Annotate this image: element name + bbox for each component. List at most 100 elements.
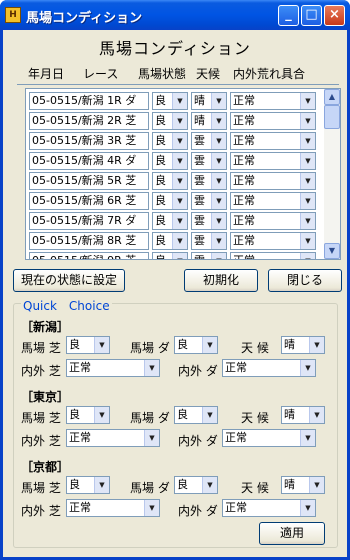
chevron-down-icon[interactable]: ▼ [309,477,324,493]
set-current-button[interactable]: 現在の状態に設定 [13,269,125,292]
track-condition-select[interactable]: 良▼ [152,252,188,259]
chevron-down-icon[interactable]: ▼ [211,133,226,149]
list-item[interactable]: 05-0515/新潟 9R 芝良▼雲▼正常▼ [26,251,326,259]
track-condition-select[interactable]: 良▼ [152,92,188,110]
race-name-field[interactable]: 05-0515/新潟 7R ダ [29,212,149,230]
rough-select[interactable]: 正常 ▼ [230,172,316,190]
rough-select[interactable]: 正常 ▼ [230,232,316,250]
quick-turf-select[interactable]: 良 ▼ [66,476,110,494]
chevron-down-icon[interactable]: ▼ [172,253,187,259]
track-condition-select[interactable]: 良▼ [152,112,188,130]
chevron-down-icon[interactable]: ▼ [172,233,187,249]
race-name-field[interactable]: 05-0515/新潟 1R ダ [29,92,149,110]
chevron-down-icon[interactable]: ▼ [211,213,226,229]
chevron-down-icon[interactable]: ▼ [172,133,187,149]
rough-select[interactable]: 正常 ▼ [230,132,316,150]
chevron-down-icon[interactable]: ▼ [211,233,226,249]
close-button[interactable]: 閉じる [268,269,342,292]
quick-inner-dirt-select[interactable]: 正常 ▼ [222,499,316,517]
weather-select[interactable]: 雲▼ [191,252,227,259]
track-condition-select[interactable]: 良▼ [152,172,188,190]
chevron-down-icon[interactable]: ▼ [94,337,109,353]
chevron-down-icon[interactable]: ▼ [300,173,315,189]
weather-select[interactable]: 晴 ▼ [191,112,227,130]
init-button[interactable]: 初期化 [184,269,258,292]
chevron-down-icon[interactable]: ▼ [211,93,226,109]
chevron-down-icon[interactable]: ▼ [300,233,315,249]
race-name-field[interactable]: 05-0515/新潟 4R ダ [29,152,149,170]
track-condition-select[interactable]: 良▼ [152,132,188,150]
quick-dirt-select[interactable]: 良 ▼ [174,476,218,494]
quick-dirt-select[interactable]: 良 ▼ [174,336,218,354]
chevron-down-icon[interactable]: ▼ [300,93,315,109]
maximize-button[interactable]: □ [301,5,322,26]
race-name-field[interactable]: 05-0515/新潟 6R 芝 [29,192,149,210]
chevron-down-icon[interactable]: ▼ [144,430,159,446]
chevron-down-icon[interactable]: ▼ [309,337,324,353]
chevron-down-icon[interactable]: ▼ [94,477,109,493]
race-name-field[interactable]: 05-0515/新潟 2R 芝 [29,112,149,130]
rough-select[interactable]: 正常 ▼ [230,112,316,130]
chevron-down-icon[interactable]: ▼ [172,153,187,169]
apply-button[interactable]: 適用 [259,522,325,545]
rough-select[interactable]: 正常 ▼ [230,152,316,170]
list-item[interactable]: 05-0515/新潟 5R 芝良 ▼ 雲 ▼ 正常 ▼ [26,171,326,191]
list-scrollbar[interactable]: ▲ ▼ [324,89,340,259]
chevron-down-icon[interactable]: ▼ [300,133,315,149]
quick-inner-dirt-select[interactable]: 正常 ▼ [222,359,316,377]
chevron-down-icon[interactable]: ▼ [172,113,187,129]
chevron-down-icon[interactable]: ▼ [172,173,187,189]
quick-weather-select[interactable]: 晴 ▼ [281,476,325,494]
list-item[interactable]: 05-0515/新潟 2R 芝良 ▼ 晴 ▼ 正常 ▼ [26,111,326,131]
chevron-down-icon[interactable]: ▼ [300,430,315,446]
rough-select[interactable]: 正常 ▼ [230,92,316,110]
chevron-down-icon[interactable]: ▼ [144,500,159,516]
list-item[interactable]: 05-0515/新潟 3R 芝良 ▼ 雲 ▼ 正常 ▼ [26,131,326,151]
rough-select[interactable]: 正常 ▼ [230,212,316,230]
list-item[interactable]: 05-0515/新潟 7R ダ良 ▼ 雲 ▼ 正常 ▼ [26,211,326,231]
chevron-down-icon[interactable]: ▼ [211,253,226,259]
weather-select[interactable]: 雲▼ [191,192,227,210]
chevron-down-icon[interactable]: ▼ [94,407,109,423]
chevron-down-icon[interactable]: ▼ [300,253,315,259]
quick-turf-select[interactable]: 良 ▼ [66,336,110,354]
scroll-up-icon[interactable]: ▲ [324,89,340,105]
quick-inner-turf-select[interactable]: 正常 ▼ [66,499,160,517]
chevron-down-icon[interactable]: ▼ [300,113,315,129]
chevron-down-icon[interactable]: ▼ [172,93,187,109]
chevron-down-icon[interactable]: ▼ [300,500,315,516]
chevron-down-icon[interactable]: ▼ [144,360,159,376]
quick-weather-select[interactable]: 晴 ▼ [281,336,325,354]
quick-dirt-select[interactable]: 良 ▼ [174,406,218,424]
title-bar[interactable]: H 馬場コンディション _ □ × [0,0,350,30]
race-name-field[interactable]: 05-0515/新潟 3R 芝 [29,132,149,150]
list-item[interactable]: 05-0515/新潟 4R ダ良 ▼ 雲 ▼ 正常 ▼ [26,151,326,171]
chevron-down-icon[interactable]: ▼ [300,360,315,376]
scroll-down-icon[interactable]: ▼ [324,243,340,259]
chevron-down-icon[interactable]: ▼ [202,477,217,493]
weather-select[interactable]: 雲▼ [191,152,227,170]
chevron-down-icon[interactable]: ▼ [300,213,315,229]
race-list[interactable]: ▲ ▼ 05-0515/新潟 1R ダ良 ▼ 晴 ▼ 正常 ▼ 05-0515/新潟 2R … [25,88,341,260]
track-condition-select[interactable]: 良▼ [152,232,188,250]
chevron-down-icon[interactable]: ▼ [211,153,226,169]
weather-select[interactable]: 雲▼ [191,172,227,190]
chevron-down-icon[interactable]: ▼ [300,153,315,169]
quick-inner-turf-select[interactable]: 正常 ▼ [66,359,160,377]
list-item[interactable]: 05-0515/新潟 1R ダ良 ▼ 晴 ▼ 正常 ▼ [26,91,326,111]
chevron-down-icon[interactable]: ▼ [309,407,324,423]
race-name-field[interactable]: 05-0515/新潟 5R 芝 [29,172,149,190]
close-window-button[interactable]: × [324,5,345,26]
list-item[interactable]: 05-0515/新潟 8R 芝良 ▼ 雲 ▼ 正常 ▼ [26,231,326,251]
chevron-down-icon[interactable]: ▼ [172,193,187,209]
minimize-button[interactable]: _ [278,5,299,26]
quick-weather-select[interactable]: 晴 ▼ [281,406,325,424]
chevron-down-icon[interactable]: ▼ [211,113,226,129]
race-name-field[interactable]: 05-0515/新潟 8R 芝 [29,232,149,250]
track-condition-select[interactable]: 良▼ [152,212,188,230]
weather-select[interactable]: 雲▼ [191,212,227,230]
rough-select[interactable]: 正常 ▼ [230,252,316,259]
race-name-field[interactable]: 05-0515/新潟 9R 芝 [29,252,149,259]
weather-select[interactable]: 雲▼ [191,232,227,250]
rough-select[interactable]: 正常 ▼ [230,192,316,210]
